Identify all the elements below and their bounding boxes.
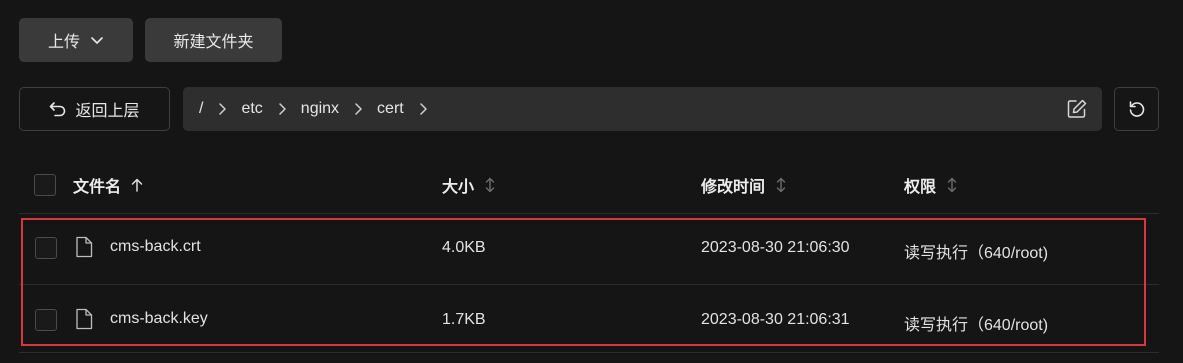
undo-arrow-icon (49, 101, 67, 117)
sort-icon (775, 177, 787, 193)
back-button[interactable]: 返回上层 (19, 87, 170, 131)
refresh-icon (1127, 99, 1147, 119)
header-size[interactable]: 大小 (442, 174, 496, 196)
header-size-label: 大小 (442, 179, 475, 196)
header-name[interactable]: 文件名 (73, 174, 143, 196)
breadcrumb-cert[interactable]: cert (377, 100, 404, 118)
sort-icon (946, 177, 958, 193)
chevron-right-icon (217, 102, 227, 116)
upload-label: 上传 (47, 34, 80, 51)
table-row[interactable]: cms-back.key 1.7KB 2023-08-30 21:06:31 读… (19, 289, 1159, 349)
file-name[interactable]: cms-back.crt (110, 238, 201, 256)
file-permissions[interactable]: 读写执行（640/root) (904, 311, 1048, 335)
sort-icon (484, 177, 496, 193)
header-modified[interactable]: 修改时间 (701, 174, 787, 196)
breadcrumb-etc[interactable]: etc (241, 100, 262, 118)
breadcrumb-root[interactable]: / (199, 100, 203, 118)
new-folder-button[interactable]: 新建文件夹 (145, 18, 282, 62)
back-label: 返回上层 (75, 103, 140, 120)
new-folder-label: 新建文件夹 (173, 34, 254, 51)
chevron-right-icon (353, 102, 363, 116)
chevron-right-icon (418, 102, 428, 116)
file-size: 1.7KB (442, 311, 486, 328)
row-divider (19, 284, 1159, 285)
path-bar[interactable]: / etc nginx cert (183, 87, 1102, 131)
file-icon (75, 308, 93, 330)
chevron-right-icon (277, 102, 287, 116)
select-all-checkbox[interactable] (34, 174, 56, 196)
header-permissions-label: 权限 (904, 179, 937, 196)
refresh-button[interactable] (1114, 87, 1159, 131)
header-name-label: 文件名 (73, 179, 122, 196)
row-divider (19, 352, 1159, 353)
edit-path-icon[interactable] (1066, 98, 1088, 120)
header-permissions[interactable]: 权限 (904, 174, 958, 196)
header-modified-label: 修改时间 (701, 179, 766, 196)
row-checkbox[interactable] (35, 309, 57, 331)
breadcrumb-nginx[interactable]: nginx (301, 100, 339, 118)
file-permissions[interactable]: 读写执行（640/root) (904, 239, 1048, 263)
chevron-down-icon (90, 33, 104, 47)
file-icon (75, 236, 93, 258)
file-name[interactable]: cms-back.key (110, 310, 208, 328)
file-modified: 2023-08-30 21:06:30 (701, 239, 850, 256)
row-checkbox[interactable] (35, 237, 57, 259)
file-modified: 2023-08-30 21:06:31 (701, 311, 850, 328)
header-divider (19, 213, 1159, 214)
file-size: 4.0KB (442, 239, 486, 256)
sort-ascending-icon (131, 178, 143, 192)
upload-button[interactable]: 上传 (19, 18, 133, 62)
table-row[interactable]: cms-back.crt 4.0KB 2023-08-30 21:06:30 读… (19, 218, 1159, 278)
